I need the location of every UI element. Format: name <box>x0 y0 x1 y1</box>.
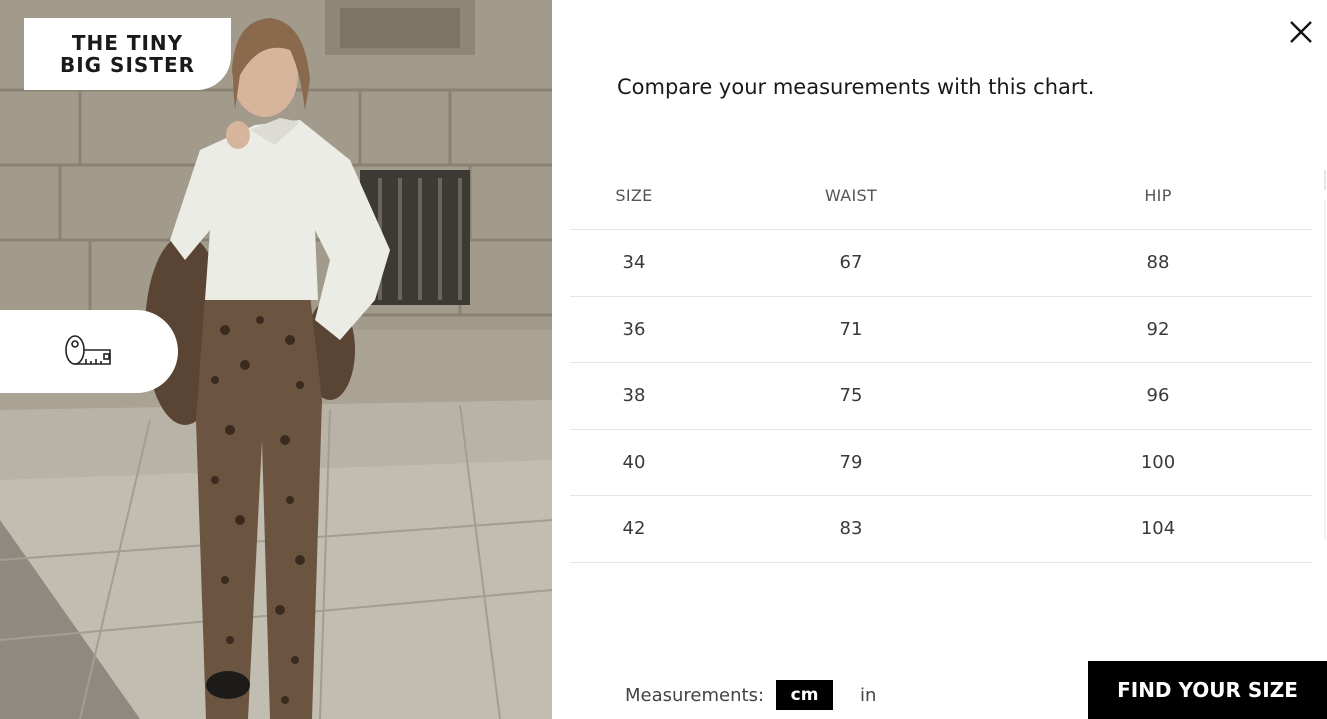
close-icon <box>1290 21 1312 43</box>
cell-size: 40 <box>622 451 646 473</box>
close-button[interactable] <box>1286 17 1316 47</box>
cell-hip: 96 <box>1146 385 1170 407</box>
cell-waist: 83 <box>839 518 863 540</box>
table-row: 40 79 100 <box>570 430 1312 496</box>
table-scrollbar[interactable] <box>1321 160 1327 560</box>
column-header-size: SIZE <box>615 185 653 205</box>
table-header-row: SIZE WAIST HIP <box>570 161 1312 230</box>
cell-size: 42 <box>622 518 646 540</box>
size-guide-heading: Compare your measurements with this char… <box>617 75 1095 99</box>
cell-waist: 79 <box>839 451 863 473</box>
table-row: 38 75 96 <box>570 363 1312 430</box>
column-header-waist: WAIST <box>824 185 878 205</box>
measuring-tape-tab[interactable] <box>0 310 178 393</box>
cell-hip: 92 <box>1146 318 1170 340</box>
table-row: 42 83 104 <box>570 496 1312 563</box>
measuring-tape-icon <box>65 334 111 365</box>
cell-waist: 67 <box>839 252 863 274</box>
cell-size: 36 <box>622 318 646 340</box>
units-label: Measurements: <box>625 684 765 706</box>
cell-waist: 71 <box>839 318 863 340</box>
unit-option-in[interactable]: in <box>860 685 876 706</box>
cell-hip: 104 <box>1140 518 1176 540</box>
table-row: 36 71 92 <box>570 297 1312 363</box>
find-your-size-button[interactable]: FIND YOUR SIZE <box>1088 661 1327 719</box>
column-header-hip: HIP <box>1144 185 1172 205</box>
cell-size: 38 <box>622 385 646 407</box>
measurement-units-toggle: Measurements: cm in <box>625 679 876 711</box>
unit-option-cm[interactable]: cm <box>776 680 834 710</box>
brand-logo-line1: THE TINY <box>71 31 184 55</box>
product-photo: THE TINY BIG SISTER <box>0 0 552 719</box>
brand-logo: THE TINY BIG SISTER <box>24 18 231 90</box>
cell-waist: 75 <box>839 385 863 407</box>
brand-logo-line2: BIG SISTER <box>59 53 196 77</box>
cell-hip: 88 <box>1146 252 1170 274</box>
cell-hip: 100 <box>1140 451 1176 473</box>
table-row: 34 67 88 <box>570 230 1312 297</box>
cell-size: 34 <box>622 252 646 274</box>
size-chart-table: SIZE WAIST HIP 34 67 88 36 71 92 38 75 9… <box>570 161 1312 563</box>
